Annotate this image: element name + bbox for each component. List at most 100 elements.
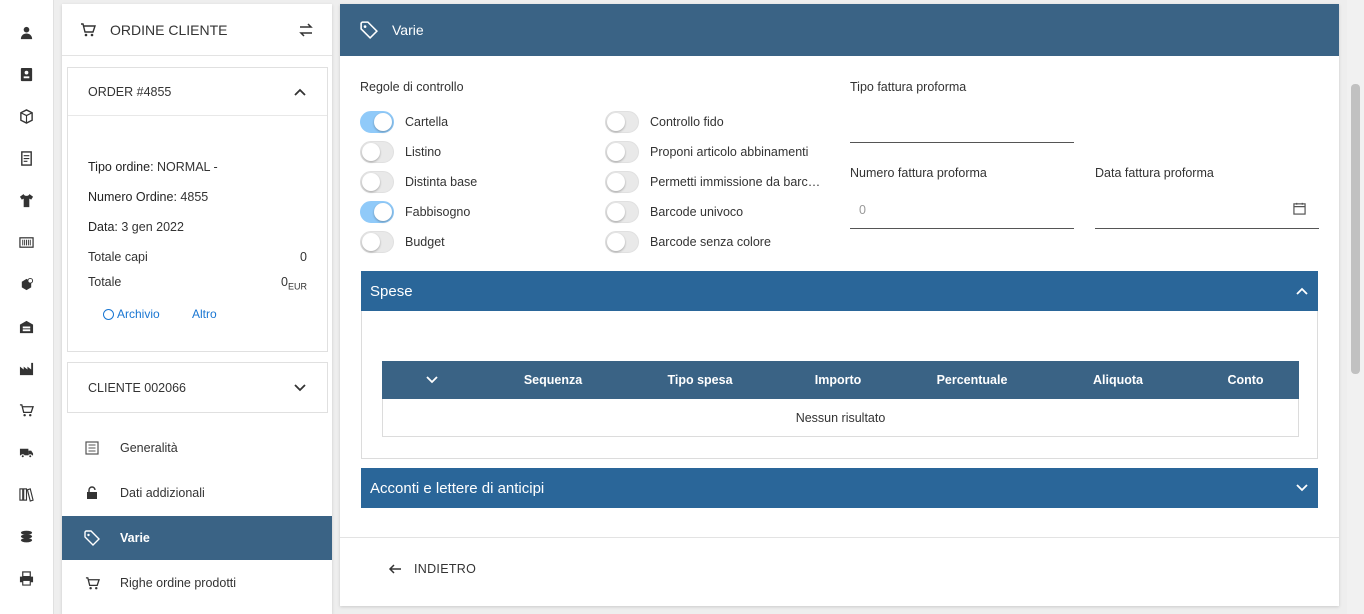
nav-item-label: Generalità (120, 441, 178, 455)
page-scrollbar[interactable] (1347, 0, 1364, 614)
toggle-label: Permetti immissione da barc… (650, 175, 821, 189)
totale-label: Totale (88, 275, 122, 289)
truck-icon[interactable] (17, 443, 35, 461)
swap-icon[interactable] (298, 22, 314, 38)
client-card-header[interactable]: CLIENTE 002066 (68, 363, 327, 412)
totale-row: Totale 0EUR (88, 275, 307, 292)
toggle-switch[interactable] (360, 201, 394, 223)
production-icon[interactable] (17, 275, 35, 293)
toggle-switch[interactable] (605, 171, 639, 193)
toggle-cartella[interactable]: Cartella (360, 110, 448, 134)
factory-icon[interactable] (17, 359, 35, 377)
spese-accordion-body: Sequenza Tipo spesa Importo Percentuale … (361, 311, 1318, 459)
acconti-title: Acconti e lettere di anticipi (370, 479, 545, 497)
column-header-sequenza[interactable]: Sequenza (482, 361, 624, 399)
cart-icon (80, 22, 96, 38)
data-fattura-underline (1095, 228, 1319, 229)
toggle-listino[interactable]: Listino (360, 140, 441, 164)
back-button[interactable]: INDIETRO (388, 562, 476, 576)
printer-icon[interactable] (17, 569, 35, 587)
column-header-tipo-spesa[interactable]: Tipo spesa (624, 361, 776, 399)
unlock-icon (84, 485, 100, 501)
column-header-importo[interactable]: Importo (776, 361, 900, 399)
toggle-label: Barcode senza colore (650, 235, 771, 249)
toggle-label: Listino (405, 145, 442, 159)
altro-link[interactable]: Altro (192, 307, 217, 321)
data-fattura-label: Data fattura proforma (1095, 166, 1214, 180)
expand-all-column[interactable] (382, 361, 482, 399)
tipo-fattura-underline (850, 142, 1074, 143)
data-ordine-row: Data: 3 gen 2022 (88, 220, 307, 234)
contact-card-icon[interactable] (17, 65, 35, 83)
toggle-distinta-base[interactable]: Distinta base (360, 170, 477, 194)
calendar-icon[interactable] (1293, 202, 1306, 215)
client-card: CLIENTE 002066 (67, 362, 328, 413)
client-card-title: CLIENTE 002066 (88, 380, 186, 395)
toggle-switch[interactable] (605, 111, 639, 133)
toggle-permetti-immissione[interactable]: Permetti immissione da barc… (605, 170, 820, 194)
order-card-title: ORDER #4855 (88, 84, 172, 99)
acconti-accordion-header[interactable]: Acconti e lettere di anticipi (361, 468, 1318, 508)
data-ordine-value: 3 gen 2022 (117, 220, 184, 234)
order-panel-title: ORDINE CLIENTE (110, 21, 228, 38)
toggle-switch[interactable] (605, 141, 639, 163)
toggle-switch[interactable] (360, 171, 394, 193)
tipo-ordine-value: NORMAL - (153, 160, 218, 174)
toggle-switch[interactable] (360, 111, 394, 133)
nav-item-label: Dati addizionali (120, 486, 205, 500)
toggle-switch[interactable] (605, 201, 639, 223)
main-header: Varie (340, 4, 1339, 56)
books-icon[interactable] (17, 485, 35, 503)
main-footer: INDIETRO (340, 537, 1339, 606)
totale-capi-value: 0 (300, 250, 307, 264)
tag-icon (84, 530, 100, 546)
nav-item-dati-addizionali[interactable]: Dati addizionali (62, 471, 332, 515)
archivio-link[interactable]: Archivio (103, 307, 160, 321)
coins-icon[interactable] (17, 527, 35, 545)
numero-fattura-field[interactable]: 0 (859, 203, 866, 217)
chevron-down-icon[interactable] (293, 381, 307, 395)
arrow-left-icon (388, 562, 402, 576)
chevron-down-icon[interactable] (425, 373, 439, 387)
column-header-conto[interactable]: Conto (1192, 361, 1299, 399)
toggle-switch[interactable] (360, 141, 394, 163)
tipo-fattura-label: Tipo fattura proforma (850, 80, 967, 94)
toggle-switch[interactable] (360, 231, 394, 253)
order-panel: ORDINE CLIENTE ORDER #4855 Tipo ordine: … (62, 4, 332, 614)
toggle-fabbisogno[interactable]: Fabbisogno (360, 200, 470, 224)
numero-ordine-value: 4855 (176, 190, 209, 204)
toggle-barcode-senza-colore[interactable]: Barcode senza colore (605, 230, 771, 254)
column-header-aliquota[interactable]: Aliquota (1044, 361, 1192, 399)
column-header-percentuale[interactable]: Percentuale (900, 361, 1044, 399)
tipo-ordine-row: Tipo ordine: NORMAL - (88, 160, 307, 174)
order-card-header[interactable]: ORDER #4855 (68, 68, 327, 116)
warehouse-icon[interactable] (17, 317, 35, 335)
toggle-switch[interactable] (605, 231, 639, 253)
chevron-up-icon[interactable] (1295, 284, 1309, 298)
cart-icon (84, 575, 100, 591)
cart-icon[interactable] (17, 401, 35, 419)
nav-item-righe-ordine[interactable]: Righe ordine prodotti (62, 561, 332, 605)
box-icon[interactable] (17, 107, 35, 125)
toggle-budget[interactable]: Budget (360, 230, 445, 254)
scrollbar-thumb[interactable] (1351, 84, 1360, 374)
spese-accordion-header[interactable]: Spese (361, 271, 1318, 311)
user-icon[interactable] (17, 23, 35, 41)
chevron-down-icon[interactable] (1295, 481, 1309, 495)
nav-item-varie[interactable]: Varie (62, 516, 332, 560)
toggle-label: Distinta base (405, 175, 478, 189)
barcode-icon[interactable] (17, 233, 35, 251)
chevron-up-icon[interactable] (293, 85, 307, 99)
order-panel-header: ORDINE CLIENTE (62, 4, 332, 56)
totale-capi-label: Totale capi (88, 250, 148, 264)
toggle-label: Cartella (405, 115, 449, 129)
toggle-proponi-articolo[interactable]: Proponi articolo abbinamenti (605, 140, 808, 164)
nav-item-generalita[interactable]: Generalità (62, 426, 332, 470)
back-label: INDIETRO (414, 562, 477, 576)
toggle-controllo-fido[interactable]: Controllo fido (605, 110, 724, 134)
totale-capi-row: Totale capi 0 (88, 250, 307, 264)
tipo-ordine-label: Tipo ordine: (88, 160, 154, 174)
shirt-icon[interactable] (17, 191, 35, 209)
document-icon[interactable] (17, 149, 35, 167)
toggle-barcode-univoco[interactable]: Barcode univoco (605, 200, 743, 224)
